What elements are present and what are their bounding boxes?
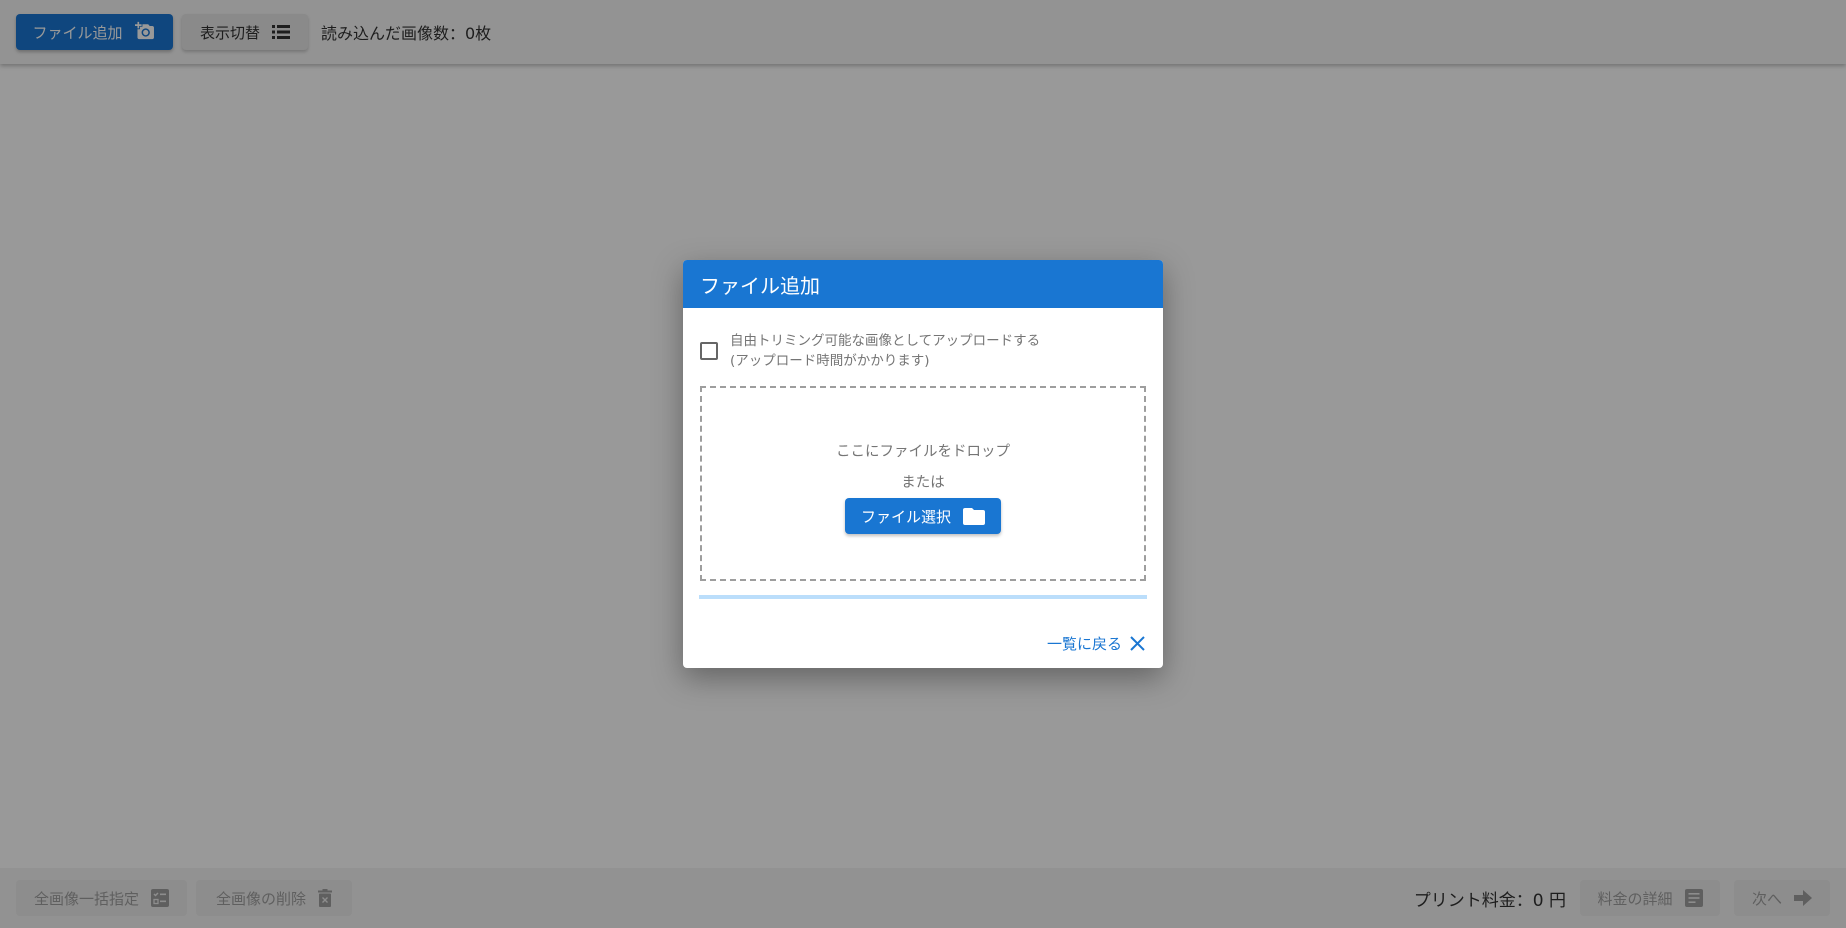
free-trimming-text: 自由トリミング可能な画像としてアップロードする (アップロード時間がかかります) (730, 331, 1040, 371)
back-to-list-button[interactable]: 一覧に戻る (1047, 633, 1145, 654)
upload-progress-bar (699, 595, 1147, 599)
free-trimming-label: 自由トリミング可能な画像としてアップロードする (730, 333, 1041, 349)
folder-icon (963, 507, 986, 525)
free-trimming-option[interactable]: 自由トリミング可能な画像としてアップロードする (アップロード時間がかかります) (700, 332, 1146, 370)
select-file-label: ファイル選択 (861, 508, 952, 526)
back-to-list-label: 一覧に戻る (1046, 635, 1122, 653)
add-file-dialog: ファイル追加 自由トリミング可能な画像としてアップロードする (アップロード時間… (683, 260, 1163, 668)
file-drop-zone[interactable]: ここにファイルをドロップ または ファイル選択 (700, 386, 1146, 581)
free-trimming-checkbox[interactable] (700, 342, 718, 360)
or-text: または (901, 475, 945, 491)
dialog-title: ファイル追加 (683, 260, 1163, 308)
select-file-button[interactable]: ファイル選択 (845, 498, 1001, 534)
drop-instruction: ここにファイルをドロップ (836, 444, 1010, 460)
close-icon (1130, 636, 1145, 651)
free-trimming-note: (アップロード時間がかかります) (730, 353, 930, 369)
